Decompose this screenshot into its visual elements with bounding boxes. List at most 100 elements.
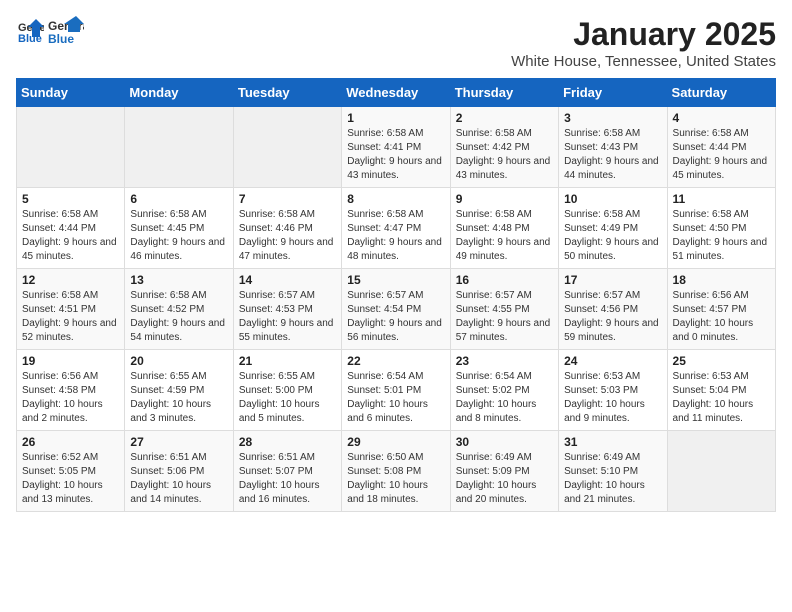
day-info: Sunrise: 6:58 AM Sunset: 4:44 PM Dayligh… [22, 208, 119, 264]
day-number: 2 [456, 111, 553, 125]
day-number: 16 [456, 273, 553, 287]
day-number: 15 [347, 273, 444, 287]
day-info: Sunrise: 6:58 AM Sunset: 4:50 PM Dayligh… [673, 208, 770, 264]
day-info: Sunrise: 6:49 AM Sunset: 5:10 PM Dayligh… [564, 451, 661, 507]
weekday-header-saturday: Saturday [667, 79, 775, 107]
day-info: Sunrise: 6:56 AM Sunset: 4:57 PM Dayligh… [673, 289, 770, 345]
day-number: 13 [130, 273, 227, 287]
calendar-cell: 3 Sunrise: 6:58 AM Sunset: 4:43 PM Daylig… [559, 107, 667, 188]
calendar-cell [667, 431, 775, 512]
day-number: 1 [347, 111, 444, 125]
calendar-cell: 12Sunrise: 6:58 AM Sunset: 4:51 PM Dayli… [17, 269, 125, 350]
day-info: Sunrise: 6:53 AM Sunset: 5:03 PM Dayligh… [564, 370, 661, 426]
calendar-cell: 17 Sunrise: 6:57 AM Sunset: 4:56 PM Dayli… [559, 269, 667, 350]
calendar-week-row: 5 Sunrise: 6:58 AM Sunset: 4:44 PM Daylig… [17, 188, 776, 269]
weekday-header-sunday: Sunday [17, 79, 125, 107]
calendar-cell: 24 Sunrise: 6:53 AM Sunset: 5:03 PM Dayli… [559, 350, 667, 431]
logo-icon: General Blue [16, 17, 44, 45]
calendar-cell: 20Sunrise: 6:55 AM Sunset: 4:59 PM Dayli… [125, 350, 233, 431]
calendar-cell: 1 Sunrise: 6:58 AM Sunset: 4:41 PM Daylig… [342, 107, 450, 188]
calendar-cell: 31Sunrise: 6:49 AM Sunset: 5:10 PM Dayli… [559, 431, 667, 512]
day-info: Sunrise: 6:58 AM Sunset: 4:49 PM Dayligh… [564, 208, 661, 264]
calendar-cell: 5 Sunrise: 6:58 AM Sunset: 4:44 PM Daylig… [17, 188, 125, 269]
day-number: 24 [564, 354, 661, 368]
calendar-cell: 9 Sunrise: 6:58 AM Sunset: 4:48 PM Daylig… [450, 188, 558, 269]
calendar-cell: 23 Sunrise: 6:54 AM Sunset: 5:02 PM Dayli… [450, 350, 558, 431]
calendar-week-row: 26 Sunrise: 6:52 AM Sunset: 5:05 PM Dayli… [17, 431, 776, 512]
calendar-cell [17, 107, 125, 188]
day-number: 4 [673, 111, 770, 125]
day-info: Sunrise: 6:49 AM Sunset: 5:09 PM Dayligh… [456, 451, 553, 507]
calendar-cell: 10Sunrise: 6:58 AM Sunset: 4:49 PM Dayli… [559, 188, 667, 269]
day-number: 3 [564, 111, 661, 125]
calendar-cell: 14 Sunrise: 6:57 AM Sunset: 4:53 PM Dayli… [233, 269, 341, 350]
calendar-cell: 25 Sunrise: 6:53 AM Sunset: 5:04 PM Dayli… [667, 350, 775, 431]
calendar-cell: 11 Sunrise: 6:58 AM Sunset: 4:50 PM Dayli… [667, 188, 775, 269]
location-subtitle: White House, Tennessee, United States [511, 53, 776, 70]
day-number: 21 [239, 354, 336, 368]
day-number: 12 [22, 273, 119, 287]
calendar-cell: 8Sunrise: 6:58 AM Sunset: 4:47 PM Daylig… [342, 188, 450, 269]
day-number: 19 [22, 354, 119, 368]
day-info: Sunrise: 6:57 AM Sunset: 4:53 PM Dayligh… [239, 289, 336, 345]
calendar-cell: 29 Sunrise: 6:50 AM Sunset: 5:08 PM Dayli… [342, 431, 450, 512]
day-number: 25 [673, 354, 770, 368]
day-number: 11 [673, 192, 770, 206]
calendar-week-row: 1 Sunrise: 6:58 AM Sunset: 4:41 PM Daylig… [17, 107, 776, 188]
day-info: Sunrise: 6:51 AM Sunset: 5:06 PM Dayligh… [130, 451, 227, 507]
day-info: Sunrise: 6:57 AM Sunset: 4:55 PM Dayligh… [456, 289, 553, 345]
day-number: 14 [239, 273, 336, 287]
day-number: 26 [22, 435, 119, 449]
calendar-cell: 16 Sunrise: 6:57 AM Sunset: 4:55 PM Dayli… [450, 269, 558, 350]
day-number: 5 [22, 192, 119, 206]
month-year-title: January 2025 [511, 16, 776, 53]
day-info: Sunrise: 6:57 AM Sunset: 4:54 PM Dayligh… [347, 289, 444, 345]
day-info: Sunrise: 6:52 AM Sunset: 5:05 PM Dayligh… [22, 451, 119, 507]
day-number: 27 [130, 435, 227, 449]
day-info: Sunrise: 6:58 AM Sunset: 4:46 PM Dayligh… [239, 208, 336, 264]
weekday-header-wednesday: Wednesday [342, 79, 450, 107]
day-info: Sunrise: 6:55 AM Sunset: 5:00 PM Dayligh… [239, 370, 336, 426]
calendar-cell: 7Sunrise: 6:58 AM Sunset: 4:46 PM Daylig… [233, 188, 341, 269]
logo-bird-icon: General Blue [48, 16, 84, 46]
weekday-header-thursday: Thursday [450, 79, 558, 107]
day-info: Sunrise: 6:58 AM Sunset: 4:42 PM Dayligh… [456, 127, 553, 183]
day-number: 28 [239, 435, 336, 449]
logo-blue-text: Blue [48, 32, 74, 46]
calendar-cell: 21 Sunrise: 6:55 AM Sunset: 5:00 PM Dayli… [233, 350, 341, 431]
day-number: 9 [456, 192, 553, 206]
day-info: Sunrise: 6:50 AM Sunset: 5:08 PM Dayligh… [347, 451, 444, 507]
day-number: 30 [456, 435, 553, 449]
calendar-table: SundayMondayTuesdayWednesdayThursdayFrid… [16, 78, 776, 512]
day-info: Sunrise: 6:57 AM Sunset: 4:56 PM Dayligh… [564, 289, 661, 345]
calendar-week-row: 19Sunrise: 6:56 AM Sunset: 4:58 PM Dayli… [17, 350, 776, 431]
day-info: Sunrise: 6:58 AM Sunset: 4:41 PM Dayligh… [347, 127, 444, 183]
day-info: Sunrise: 6:53 AM Sunset: 5:04 PM Dayligh… [673, 370, 770, 426]
day-number: 29 [347, 435, 444, 449]
day-info: Sunrise: 6:58 AM Sunset: 4:45 PM Dayligh… [130, 208, 227, 264]
logo: General Blue General Blue [16, 16, 84, 46]
day-number: 20 [130, 354, 227, 368]
calendar-cell: 18 Sunrise: 6:56 AM Sunset: 4:57 PM Dayli… [667, 269, 775, 350]
day-info: Sunrise: 6:58 AM Sunset: 4:43 PM Dayligh… [564, 127, 661, 183]
day-info: Sunrise: 6:54 AM Sunset: 5:01 PM Dayligh… [347, 370, 444, 426]
calendar-cell: 30 Sunrise: 6:49 AM Sunset: 5:09 PM Dayli… [450, 431, 558, 512]
calendar-cell: 27 Sunrise: 6:51 AM Sunset: 5:06 PM Dayli… [125, 431, 233, 512]
calendar-cell: 15 Sunrise: 6:57 AM Sunset: 4:54 PM Dayli… [342, 269, 450, 350]
calendar-cell: 13Sunrise: 6:58 AM Sunset: 4:52 PM Dayli… [125, 269, 233, 350]
weekday-header-friday: Friday [559, 79, 667, 107]
weekday-header-monday: Monday [125, 79, 233, 107]
calendar-cell: 2 Sunrise: 6:58 AM Sunset: 4:42 PM Daylig… [450, 107, 558, 188]
day-info: Sunrise: 6:54 AM Sunset: 5:02 PM Dayligh… [456, 370, 553, 426]
day-number: 23 [456, 354, 553, 368]
day-number: 17 [564, 273, 661, 287]
calendar-cell: 28 Sunrise: 6:51 AM Sunset: 5:07 PM Dayli… [233, 431, 341, 512]
day-number: 18 [673, 273, 770, 287]
calendar-cell: 4Sunrise: 6:58 AM Sunset: 4:44 PM Daylig… [667, 107, 775, 188]
day-info: Sunrise: 6:51 AM Sunset: 5:07 PM Dayligh… [239, 451, 336, 507]
page-header: General Blue General Blue January 2025 W… [16, 16, 776, 70]
calendar-week-row: 12Sunrise: 6:58 AM Sunset: 4:51 PM Dayli… [17, 269, 776, 350]
day-info: Sunrise: 6:58 AM Sunset: 4:48 PM Dayligh… [456, 208, 553, 264]
calendar-cell: 22 Sunrise: 6:54 AM Sunset: 5:01 PM Dayli… [342, 350, 450, 431]
day-number: 22 [347, 354, 444, 368]
